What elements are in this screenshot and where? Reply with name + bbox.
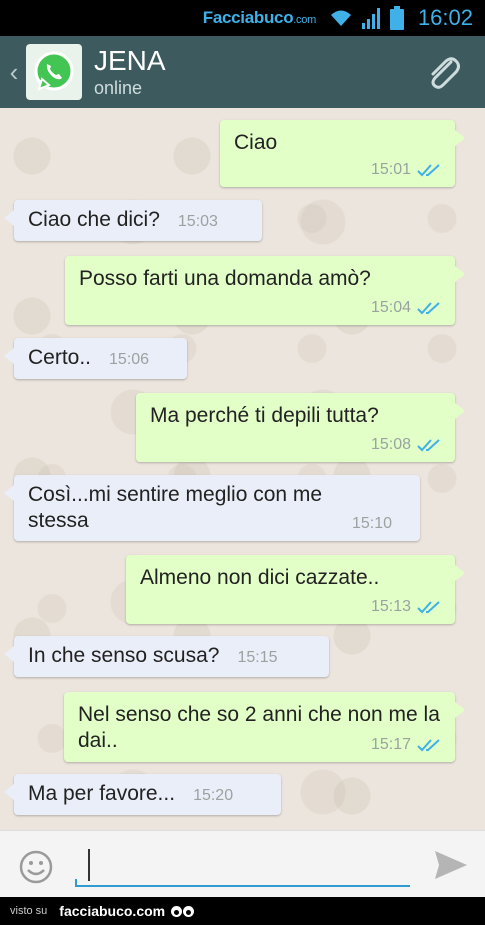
message-outgoing[interactable]: Ma perché ti depili tutta? 15:08 <box>136 393 465 462</box>
message-incoming[interactable]: Ma per favore... 15:20 <box>4 774 281 815</box>
double-check-icon <box>417 439 440 452</box>
message-outgoing[interactable]: Almeno non dici cazzate.. 15:13 <box>126 555 465 624</box>
message-incoming[interactable]: Ciao che dici? 15:03 <box>4 200 262 241</box>
message-time: 15:08 <box>370 436 411 453</box>
contact-info[interactable]: JENA online <box>94 44 166 99</box>
footer-brand: facciabuco.com <box>59 903 166 919</box>
send-icon[interactable] <box>433 849 469 886</box>
double-check-icon <box>417 739 440 752</box>
message-time: 15:17 <box>370 736 411 753</box>
message-time: 15:13 <box>370 598 411 615</box>
message-text: Così...mi sentire meglio con me stessa <box>28 483 323 532</box>
message-text: Almeno non dici cazzate.. <box>140 566 380 589</box>
message-time: 15:04 <box>370 299 411 316</box>
message-input[interactable] <box>75 845 410 887</box>
message-meta: 15:17 <box>371 736 443 754</box>
message-list[interactable]: Ciao 15:01 Ciao che dici? 15:03 Posso far… <box>0 108 485 830</box>
message-time: 15:10 <box>351 515 392 532</box>
signal-icon <box>361 7 382 29</box>
message-text: Ciao che dici? <box>28 208 160 231</box>
message-text: Certo.. <box>28 346 92 369</box>
message-meta: 15:04 <box>371 299 443 317</box>
contact-name: JENA <box>94 44 166 76</box>
status-time: 16:02 <box>417 5 473 30</box>
whatsapp-chat-screen: Facciabuco.com 16:02 ‹ JENA online Ciao … <box>0 0 485 925</box>
wifi-icon <box>328 8 354 28</box>
whatsapp-logo-icon <box>34 51 74 91</box>
message-text: In che senso scusa? <box>28 644 220 667</box>
chat-header[interactable]: ‹ JENA online <box>0 36 485 108</box>
message-time: 15:03 <box>177 213 218 230</box>
eyes-icon <box>171 905 195 917</box>
status-bar: Facciabuco.com 16:02 <box>0 0 485 36</box>
message-time: 15:01 <box>370 161 411 178</box>
contact-status: online <box>94 77 143 98</box>
message-meta: 15:08 <box>371 436 443 454</box>
message-text: Ma perché ti depili tutta? <box>150 404 379 427</box>
chevron-left-icon[interactable]: ‹ <box>4 57 24 88</box>
double-check-icon <box>417 302 440 315</box>
message-outgoing[interactable]: Ciao 15:01 <box>220 120 465 187</box>
watermark-footer: visto su facciabuco.com <box>0 897 485 925</box>
message-meta: 15:13 <box>371 598 443 616</box>
status-watermark: Facciabuco.com <box>202 8 316 27</box>
message-incoming[interactable]: In che senso scusa? 15:15 <box>4 636 329 677</box>
footer-caption: visto su <box>10 905 48 917</box>
message-outgoing[interactable]: Posso farti una domanda amò? 15:04 <box>65 256 465 325</box>
message-time: 15:06 <box>109 351 150 368</box>
paperclip-icon[interactable] <box>423 52 463 97</box>
compose-bar <box>0 830 485 897</box>
message-outgoing[interactable]: Nel senso che so 2 anni che non me la da… <box>64 692 465 762</box>
message-text: Posso farti una domanda amò? <box>79 267 371 290</box>
message-text: Ciao <box>234 131 278 154</box>
message-time: 15:15 <box>237 649 278 666</box>
emoji-icon[interactable] <box>18 849 54 890</box>
message-incoming[interactable]: Così...mi sentire meglio con me stessa 1… <box>4 475 420 541</box>
double-check-icon <box>417 164 440 177</box>
battery-icon <box>389 6 404 30</box>
message-text: Ma per favore... <box>28 782 176 805</box>
message-incoming[interactable]: Certo.. 15:06 <box>4 338 187 379</box>
avatar[interactable] <box>26 44 82 100</box>
message-meta: 15:01 <box>371 161 443 179</box>
double-check-icon <box>417 601 440 614</box>
message-time: 15:20 <box>193 787 234 804</box>
